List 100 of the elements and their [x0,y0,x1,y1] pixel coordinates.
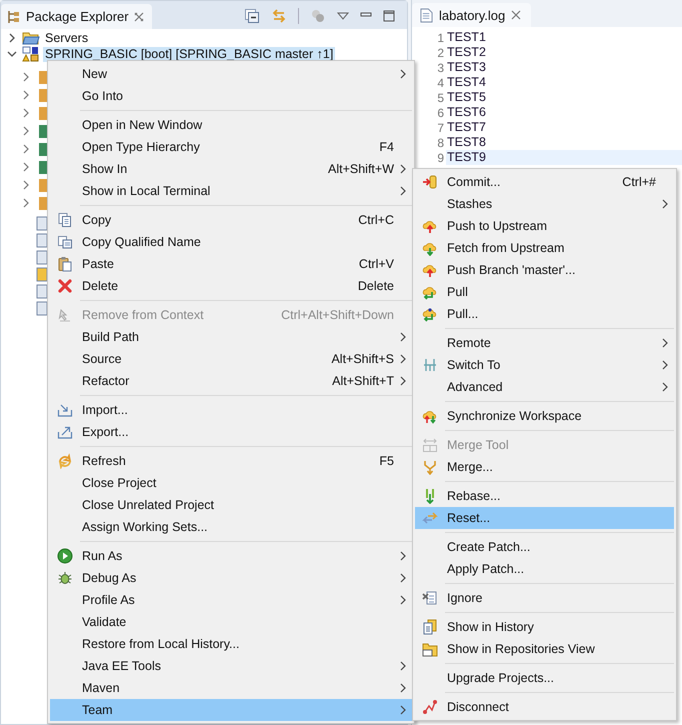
shortcut-label: Ctrl+Alt+Shift+Down [281,308,394,322]
menu-item[interactable]: New [50,63,412,85]
project-icon [22,46,40,62]
shortcut-label: F4 [379,140,394,154]
menu-item[interactable]: Profile As [50,589,412,611]
line-number: 8 [436,136,445,150]
code-line: TEST3 [446,60,487,75]
menu-item[interactable]: Fetch from Upstream [415,237,674,259]
menu-item[interactable]: Rebase... [415,485,674,507]
delete-icon [57,278,73,294]
copy-icon [57,212,73,228]
paste-icon [57,256,73,272]
line-number: 7 [436,120,445,134]
line-number: 9 [436,150,445,164]
tree-item[interactable]: Servers [43,30,90,46]
menu-item[interactable]: Show in Local Terminal [50,180,412,202]
menu-item[interactable]: Build Path [50,326,412,348]
menu-item[interactable]: Close Unrelated Project [50,494,412,516]
menu-item[interactable]: Disconnect [415,696,674,718]
menu-item[interactable]: Open in New Window [50,114,412,136]
chevron-icon[interactable] [7,33,17,43]
cloud-upload-icon [422,218,438,234]
pointer-icon [57,307,73,323]
cloud-download-icon [422,306,438,322]
folder-icon [22,30,40,46]
menu-item[interactable]: Apply Patch... [415,558,674,580]
menu-item[interactable]: Show in Repositories View [415,638,674,660]
menu-item[interactable]: Ignore [415,587,674,609]
code-line: TEST8 [446,135,487,150]
line-number: 2 [436,46,445,60]
menu-item[interactable]: Team [50,699,412,721]
menu-item[interactable]: Copy Ctrl+C [50,209,412,231]
menu-item[interactable]: Create Patch... [415,536,674,558]
tree-item[interactable]: SPRING_BASIC [boot] [SPRING_BASIC master ↑1] [43,46,336,62]
menu-item[interactable]: Open Type Hierarchy F4 [50,136,412,158]
cloud-download-icon [422,284,438,300]
menu-item[interactable]: Maven [50,677,412,699]
menu-item[interactable]: Merge... [415,456,674,478]
shortcut-label: Ctrl+V [358,257,394,271]
menu-item[interactable]: Pull... [415,303,674,325]
shortcut-label: Alt+Shift+T [332,374,394,388]
view-tab[interactable]: Package Explorer [1,4,152,29]
view-menu-icon[interactable] [337,12,349,20]
menu-item[interactable]: Pull [415,281,674,303]
line-number: 4 [436,76,445,90]
tab-label: labatory.log [439,8,506,22]
menu-item[interactable]: Advanced [415,376,674,398]
menu-item[interactable]: Assign Working Sets... [50,516,412,538]
close-icon[interactable] [511,10,522,20]
menu-item[interactable]: Show In Alt+Shift+W [50,158,412,180]
menu-item[interactable]: Refactor Alt+Shift+T [50,370,412,392]
menu-item[interactable]: Restore from Local History... [50,633,412,655]
code-line: TEST6 [446,105,487,120]
file-icon [420,8,433,22]
close-icon[interactable] [134,12,144,22]
menu-item[interactable]: Debug As [50,567,412,589]
refresh-icon [57,453,73,469]
menu-item[interactable]: Import... [50,399,412,421]
menu-item[interactable]: Refresh F5 [50,450,412,472]
menu-item[interactable]: Push Branch 'master'... [415,259,674,281]
menu-item[interactable]: Copy Qualified Name [50,231,412,253]
run-icon [57,548,73,564]
shortcut-label: Alt+Shift+W [328,162,394,176]
menu-item[interactable]: Validate [50,611,412,633]
menu-item[interactable]: Synchronize Workspace [415,405,674,427]
menu-item[interactable]: Source Alt+Shift+S [50,348,412,370]
menu-item[interactable]: Commit... Ctrl+# [415,171,674,193]
menu-item[interactable]: Switch To [415,354,674,376]
import-icon [57,402,73,418]
shortcut-label: Alt+Shift+S [331,352,394,366]
menu-item[interactable]: Remote [415,332,674,354]
menu-item[interactable]: Show in History [415,616,674,638]
menu-item[interactable]: Reset... [415,507,674,529]
line-number: 1 [436,30,445,44]
reset-icon [422,510,438,526]
repository-icon [422,641,438,657]
editor-tab[interactable]: labatory.log [412,3,532,27]
code-line: TEST5 [446,90,487,105]
menu-item[interactable]: Java EE Tools [50,655,412,677]
cloud-upload-icon [422,262,438,278]
menu-item[interactable]: Export... [50,421,412,443]
line-number: 6 [436,106,445,120]
menu-item[interactable]: Go Into [50,85,412,107]
menu-item[interactable]: Delete Delete [50,275,412,297]
view-title: Package Explorer [26,9,129,24]
code-line: TEST1 [446,30,487,45]
chevron-icon[interactable] [7,49,17,59]
menu-item[interactable]: Upgrade Projects... [415,667,674,689]
menu-item[interactable]: Paste Ctrl+V [50,253,412,275]
menu-item[interactable]: Stashes [415,193,674,215]
menu-item[interactable]: Close Project [50,472,412,494]
merge-tool-icon [422,437,438,453]
ignore-icon [422,590,438,606]
collapse-all-icon[interactable] [244,8,260,24]
menu-item[interactable]: Run As [50,545,412,567]
merge-icon [422,459,438,475]
line-number: 3 [436,60,445,74]
code-line: TEST7 [446,120,487,135]
maximize-icon[interactable] [383,10,395,22]
menu-item[interactable]: Push to Upstream [415,215,674,237]
